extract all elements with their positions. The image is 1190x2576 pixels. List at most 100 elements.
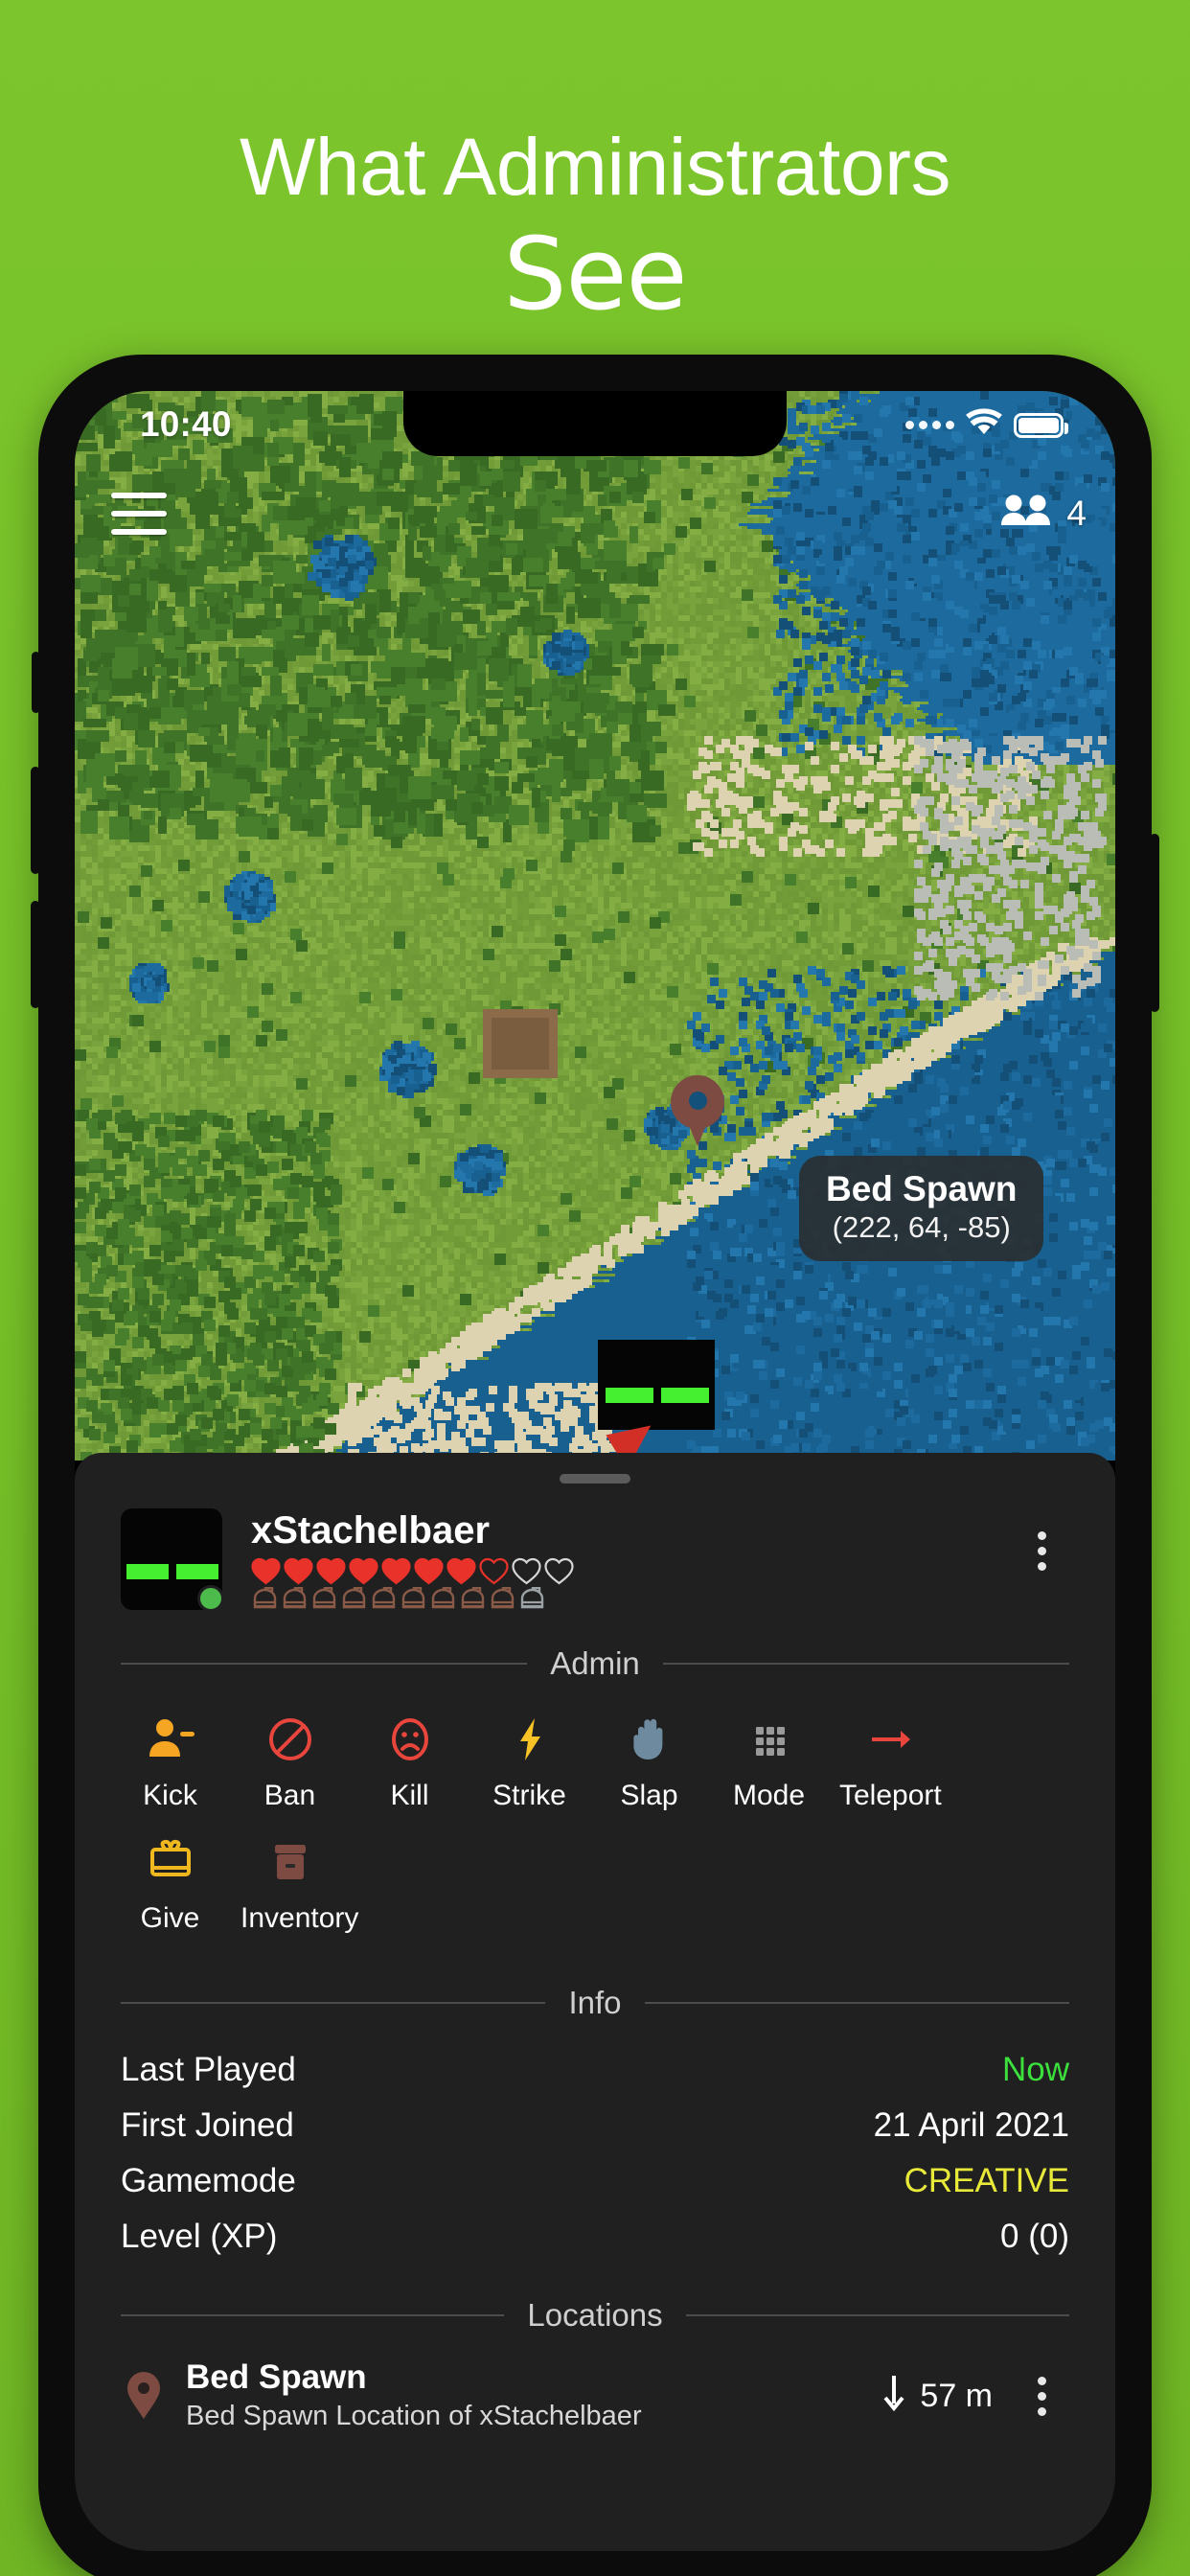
action-button-kick[interactable]: Kick <box>121 1707 219 1812</box>
health-hearts <box>251 1556 1014 1585</box>
heart-empty-icon <box>544 1556 574 1585</box>
status-bar: 10:40 <box>75 391 1115 456</box>
action-button-mode[interactable]: Mode <box>720 1707 818 1812</box>
hunger-bar <box>251 1586 1014 1613</box>
heart-empty-icon <box>512 1556 541 1585</box>
chest-box-icon <box>240 1829 339 1895</box>
hunger-full-icon <box>370 1586 398 1613</box>
phone-power-button <box>1150 834 1159 1012</box>
info-key: Gamemode <box>121 2162 296 2199</box>
info-rows: Last Played Now First Joined 21 April 2021 G… <box>121 2042 1069 2265</box>
hunger-full-icon <box>459 1586 487 1613</box>
arrow-down-icon <box>880 2373 908 2420</box>
players-count: 4 <box>1066 493 1087 533</box>
promo-headline-line2: See <box>503 216 688 333</box>
phone-screen: 10:40 4 Bed Spawn (222, 64, -85) xStache… <box>75 391 1115 2551</box>
info-value: CREATIVE <box>904 2162 1069 2199</box>
location-distance-value: 57 m <box>920 2377 993 2414</box>
action-button-slap[interactable]: Slap <box>600 1707 698 1812</box>
section-header-info: Info <box>121 1985 1070 2021</box>
hunger-full-icon <box>340 1586 368 1613</box>
sheet-player-header: xStachelbaer <box>121 1508 1069 1613</box>
location-distance: 57 m <box>880 2373 993 2420</box>
hunger-full-icon <box>429 1586 457 1613</box>
avatar[interactable] <box>121 1508 224 1612</box>
action-label: Kick <box>143 1780 197 1811</box>
action-label: Ban <box>263 1780 316 1811</box>
online-status-dot <box>197 1585 224 1612</box>
location-pin-icon[interactable] <box>671 1075 724 1148</box>
location-pin-icon <box>121 2372 167 2420</box>
grid-dots-icon <box>720 1707 818 1772</box>
gift-card-icon <box>121 1829 219 1895</box>
status-bar-time: 10:40 <box>140 404 232 444</box>
heart-full-icon <box>316 1556 346 1585</box>
location-title: Bed Spawn <box>186 2358 367 2396</box>
hunger-full-icon <box>489 1586 516 1613</box>
heart-full-icon <box>381 1556 411 1585</box>
heart-full-icon <box>349 1556 378 1585</box>
divider-left <box>121 2314 505 2316</box>
hunger-full-icon <box>310 1586 338 1613</box>
wifi-icon <box>965 408 1003 442</box>
action-button-give[interactable]: Give <box>121 1829 219 1935</box>
hamburger-menu-icon[interactable] <box>111 493 167 535</box>
info-key: Last Played <box>121 2051 296 2088</box>
player-overflow-menu-icon[interactable] <box>1014 1508 1069 1571</box>
hunger-full-icon <box>281 1586 309 1613</box>
section-label-admin: Admin <box>550 1645 640 1681</box>
heart-outline-red-icon <box>479 1556 509 1585</box>
map-marker-coords: (222, 64, -85) <box>832 1210 1011 1244</box>
divider-left <box>121 1663 528 1665</box>
avatar-eye-left <box>126 1564 169 1579</box>
divider-right <box>685 2314 1070 2316</box>
heart-full-icon <box>284 1556 313 1585</box>
sheet-grabber-icon[interactable] <box>560 1474 630 1484</box>
divider-left <box>121 2002 546 2004</box>
kebab-menu-icon[interactable] <box>1014 2376 1069 2416</box>
action-label: Teleport <box>839 1780 942 1811</box>
hunger-full-icon <box>251 1586 279 1613</box>
map-player-avatar[interactable] <box>598 1340 715 1430</box>
action-label: Inventory <box>240 1902 359 1934</box>
hand-icon <box>600 1707 698 1772</box>
battery-full-icon <box>1014 412 1068 438</box>
avatar-eye-right <box>661 1388 709 1403</box>
info-row: Level (XP) 0 (0) <box>121 2209 1069 2265</box>
block-circle-icon <box>240 1707 339 1772</box>
promo-header: What Administrators See <box>0 0 1190 324</box>
player-detail-sheet: xStachelbaer Admin Kick Ban Kill Strike Slap… <box>75 1453 1115 2551</box>
locations-list: Bed Spawn Bed Spawn Location of xStachelb… <box>121 2358 1069 2433</box>
admin-actions-grid: Kick Ban Kill Strike Slap Mode Teleport Give Inv… <box>121 1707 1069 1952</box>
action-label: Kill <box>390 1780 429 1811</box>
action-button-teleport[interactable]: Teleport <box>839 1707 942 1812</box>
heart-full-icon <box>251 1556 281 1585</box>
signal-dots-icon <box>905 421 954 429</box>
phone-mute-switch <box>32 652 40 713</box>
action-button-strike[interactable]: Strike <box>480 1707 579 1812</box>
info-row: First Joined 21 April 2021 <box>121 2098 1069 2153</box>
arrow-right-icon <box>839 1707 938 1772</box>
person-remove-icon <box>121 1707 219 1772</box>
map-top-bar: 4 <box>75 456 1115 581</box>
list-item[interactable]: Bed Spawn Bed Spawn Location of xStachelb… <box>121 2358 1069 2433</box>
avatar-eye-left <box>606 1388 653 1403</box>
status-bar-indicators <box>905 408 1068 442</box>
phone-volume-up <box>31 767 40 874</box>
action-button-inventory[interactable]: Inventory <box>240 1829 359 1935</box>
sad-face-icon <box>360 1707 459 1772</box>
info-value: Now <box>1001 2051 1069 2088</box>
lightning-bolt-icon <box>480 1707 579 1772</box>
action-button-kill[interactable]: Kill <box>360 1707 459 1812</box>
online-players-badge[interactable]: 4 <box>999 491 1087 536</box>
players-group-icon <box>999 491 1055 536</box>
action-button-ban[interactable]: Ban <box>240 1707 339 1812</box>
location-subtitle: Bed Spawn Location of xStachelbaer <box>186 2401 642 2431</box>
action-label: Slap <box>620 1780 678 1811</box>
info-value: 0 (0) <box>1000 2218 1069 2255</box>
map-marker-tooltip[interactable]: Bed Spawn (222, 64, -85) <box>799 1156 1044 1261</box>
info-row: Gamemode CREATIVE <box>121 2153 1069 2209</box>
section-header-admin: Admin <box>121 1645 1070 1682</box>
promo-headline-line1: What Administrators <box>239 122 951 212</box>
sheet-player-name: xStachelbaer <box>251 1509 491 1552</box>
